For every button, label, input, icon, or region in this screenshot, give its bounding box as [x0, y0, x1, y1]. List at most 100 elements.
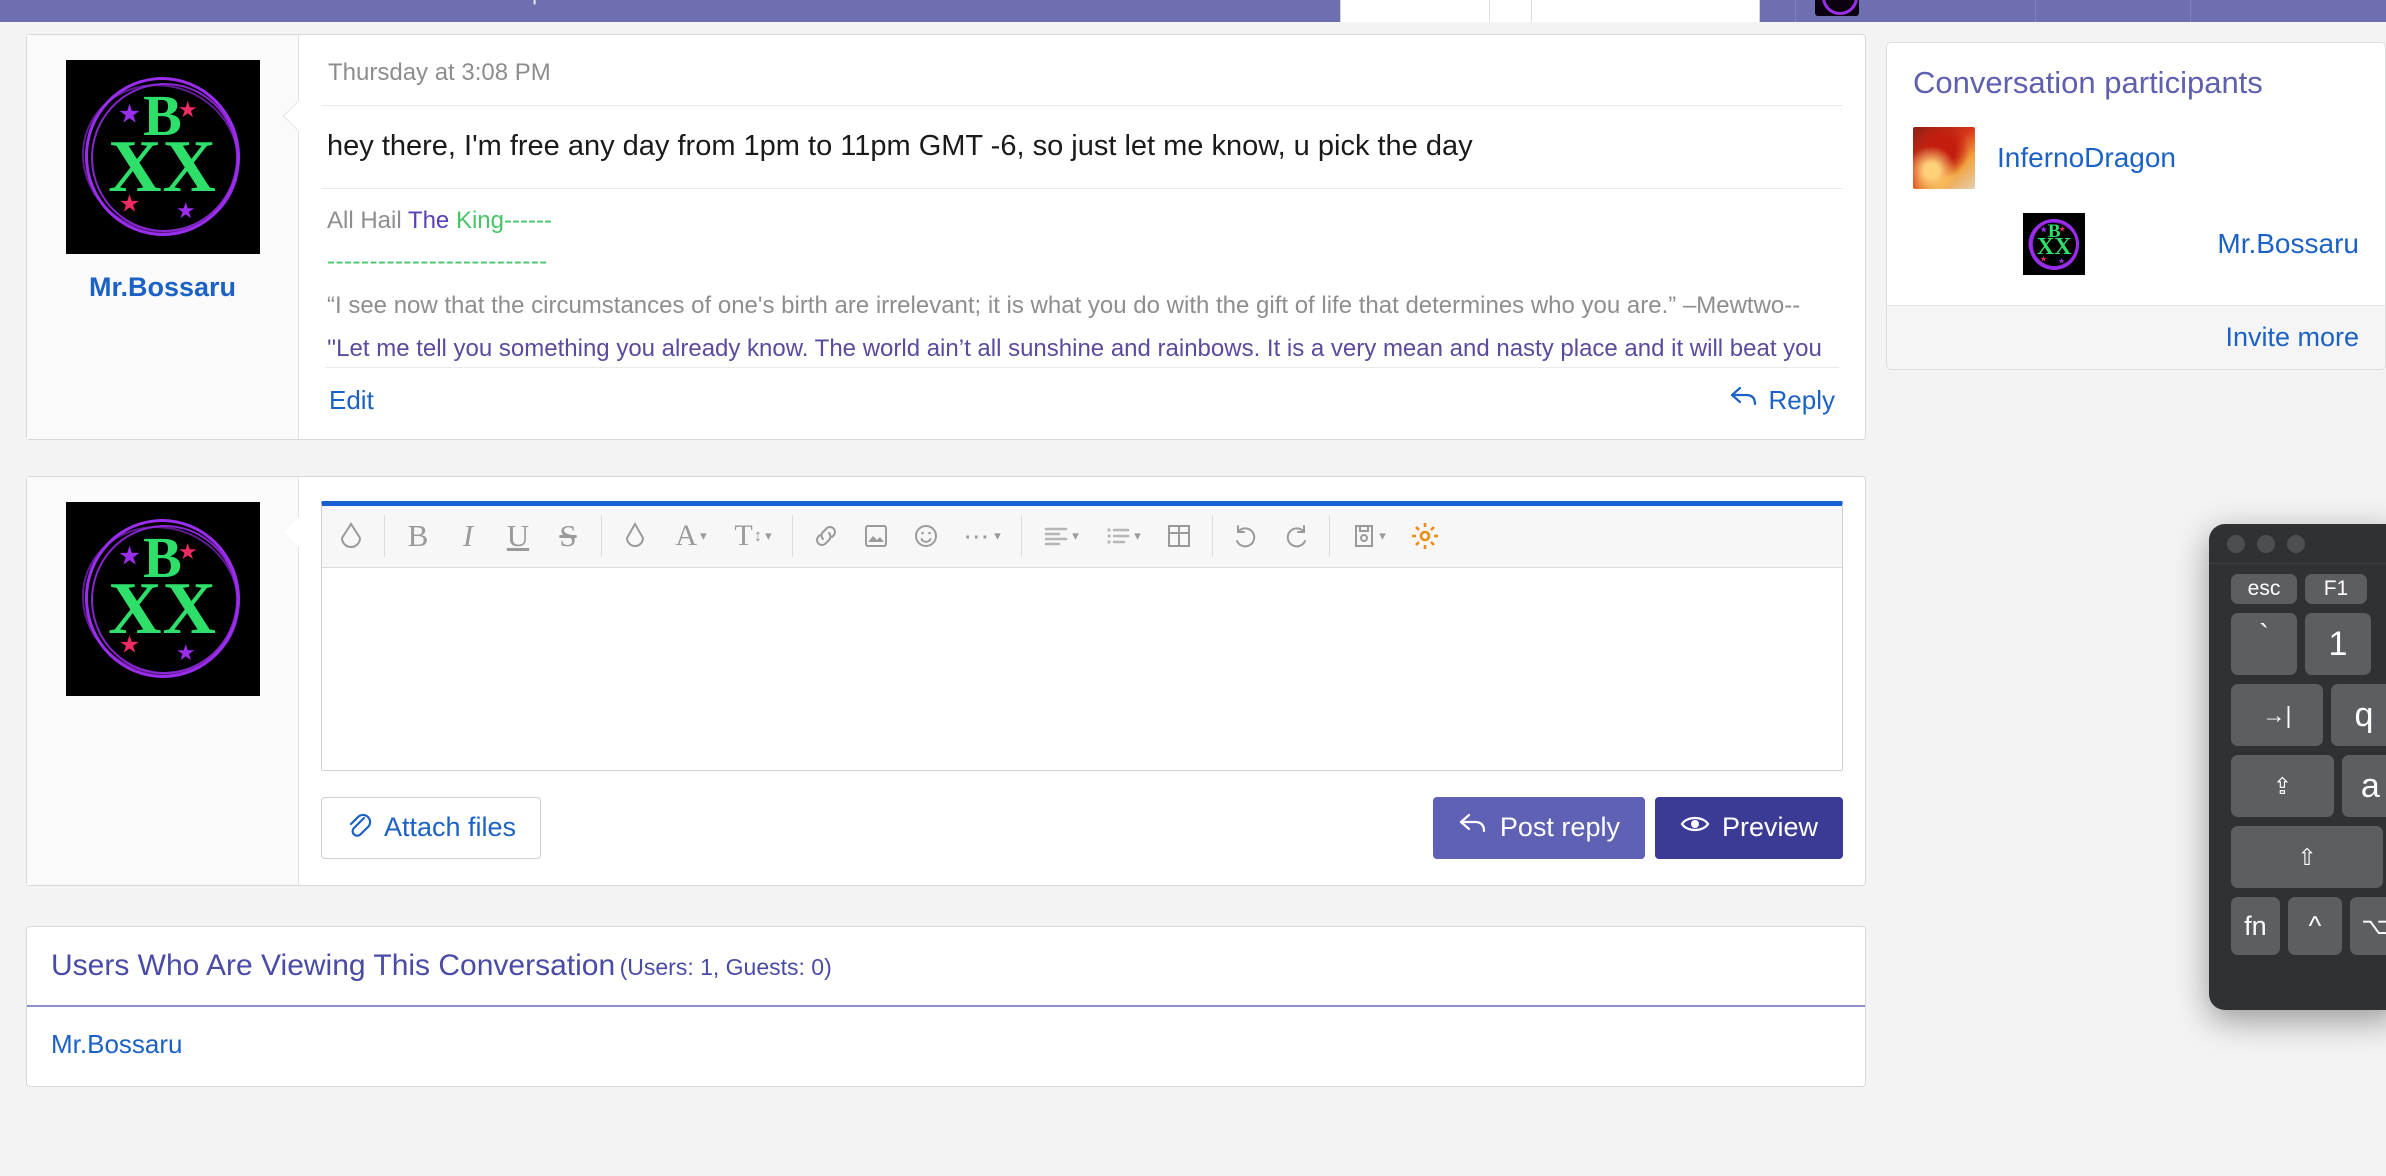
editor-footer: Attach files Post reply Preview — [321, 796, 1843, 859]
undo-icon[interactable] — [1221, 507, 1271, 565]
search-input[interactable] — [1340, 0, 1760, 22]
signature-mewtwo-quote: “I see now that the circumstances of one… — [327, 292, 1801, 320]
avatar[interactable] — [1913, 127, 1975, 189]
signature-hail-line: All Hail The King------ — [327, 203, 1837, 239]
key-a[interactable]: a — [2341, 755, 2386, 817]
signature-rocky-quote: ''Let me tell you something you already … — [327, 334, 1822, 367]
message-actions: Edit Reply — [325, 366, 1839, 439]
reply-label: Reply — [1768, 384, 1835, 415]
font-size-icon[interactable]: T ↕ ▾ — [722, 507, 784, 565]
nav-item-account[interactable]: Account — [2267, 0, 2386, 6]
reply-textarea[interactable] — [322, 567, 1842, 770]
viewing-users-block: Users Who Are Viewing This Conversation … — [26, 925, 1866, 1087]
signature-hail-prefix: All Hail — [327, 206, 408, 234]
viewing-title: Users Who Are Viewing This Conversation — [51, 948, 616, 982]
submit-buttons: Post reply Preview — [1432, 796, 1843, 859]
insert-image-icon[interactable] — [851, 507, 901, 565]
top-navbar: Forums What's New Members Marketplace St… — [0, 0, 2386, 22]
key-tab[interactable]: →| — [2231, 684, 2323, 746]
message-author-name[interactable]: Mr.Bossaru — [27, 272, 298, 303]
participants-footer: Invite more — [1887, 305, 2385, 369]
participant-row[interactable]: InfernoDragon — [1913, 115, 2359, 201]
settings-gear-icon[interactable] — [1400, 507, 1450, 565]
insert-table-icon[interactable] — [1154, 507, 1204, 565]
more-options-icon[interactable]: ⋯ ▾ — [951, 507, 1013, 565]
align-icon[interactable]: ▾ — [1030, 507, 1092, 565]
signature-hail-dashes: ------ — [504, 206, 552, 234]
nav-item-members[interactable]: Members — [295, 0, 439, 6]
attach-files-button[interactable]: Attach files — [321, 796, 542, 859]
window-dot-icon[interactable] — [2287, 534, 2305, 553]
text-color-icon[interactable] — [610, 507, 660, 565]
navbar-items: Forums What's New Members Marketplace St… — [0, 0, 811, 22]
font-family-icon[interactable]: A ▾ — [660, 507, 722, 565]
editor-body: B I U S A ▾ T ↕ ▾ ⋯ ▾ ▾ ▾ ▾ Attach files… — [284, 477, 1865, 885]
keyboard-row-modifier: fn ^ ⌥ — [2231, 897, 2386, 955]
insert-link-icon[interactable] — [801, 507, 851, 565]
message-text: hey there, I'm free any day from 1pm to … — [321, 106, 1843, 189]
reply-arrow-icon — [1458, 811, 1488, 844]
underline-icon[interactable]: U — [493, 507, 543, 565]
bold-icon[interactable]: B — [393, 507, 443, 565]
italic-icon[interactable]: I — [443, 507, 493, 565]
editor-avatar[interactable]: B X X ★ ★ ★ ★ — [65, 501, 260, 696]
viewing-user-link[interactable]: Mr.Bossaru — [51, 1029, 183, 1059]
key-esc[interactable]: esc — [2231, 574, 2297, 604]
key-f1[interactable]: F1 — [2305, 574, 2367, 604]
message-timestamp: Thursday at 3:08 PM — [321, 35, 1843, 106]
editor-toolbar: B I U S A ▾ T ↕ ▾ ⋯ ▾ ▾ ▾ ▾ — [322, 505, 1842, 568]
key-1[interactable]: 1 — [2305, 613, 2371, 675]
participant-row[interactable]: B X X ★ ★ ★ ★ Mr.Bossaru — [1913, 201, 2359, 287]
keyboard-row-caps: ⇪ a — [2231, 755, 2386, 817]
nav-item-alerts[interactable]: Alerts — [2170, 0, 2266, 6]
nav-item-marketplace[interactable]: Marketplace — [439, 0, 611, 6]
key-fn[interactable]: fn — [2231, 897, 2280, 955]
key-backtick[interactable]: ` — [2231, 613, 2297, 675]
insert-emoji-icon[interactable] — [901, 507, 951, 565]
window-dot-icon[interactable] — [2257, 534, 2275, 553]
post-reply-button[interactable]: Post reply — [1432, 796, 1645, 859]
message-arrow — [284, 101, 299, 131]
post-reply-label: Post reply — [1499, 812, 1620, 843]
virtual-keyboard-overlay[interactable]: esc F1 ` 1 →| q ⇪ a ⇧ fn ^ ⌥ — [2209, 524, 2386, 1010]
invite-more-link[interactable]: Invite more — [2225, 322, 2359, 352]
viewing-list: Mr.Bossaru — [27, 1007, 1865, 1086]
nav-item-whats-new[interactable]: What's New — [127, 0, 296, 6]
signature-hail-king: King — [455, 206, 504, 234]
avatar[interactable]: B X X ★ ★ ★ ★ — [65, 60, 260, 254]
nav-item-tools[interactable]: Tools — [708, 0, 811, 6]
keyboard-titlebar — [2209, 524, 2386, 564]
message-author-block: B X X ★ ★ ★ ★ Mr.Bossaru — [27, 35, 299, 439]
nav-item-forums[interactable]: Forums — [0, 0, 127, 6]
edit-link[interactable]: Edit — [329, 385, 374, 416]
navbar-avatar[interactable] — [1815, 0, 1859, 16]
window-dot-icon[interactable] — [2227, 534, 2245, 553]
keyboard-row-shift: ⇧ — [2231, 826, 2386, 888]
signature-divider: -------------------------- — [327, 247, 548, 275]
nav-item-staff[interactable]: Staff — [611, 0, 708, 6]
key-capslock[interactable]: ⇪ — [2231, 755, 2334, 817]
participants-list: InfernoDragon B X X ★ ★ ★ ★ Mr.Bossaru — [1887, 111, 2385, 305]
key-option[interactable]: ⌥ — [2350, 897, 2386, 955]
keyboard-rows: esc F1 ` 1 →| q ⇪ a ⇧ fn ^ ⌥ — [2209, 564, 2386, 955]
editor-author-block: B X X ★ ★ ★ ★ — [27, 476, 299, 885]
keyboard-row-function: esc F1 — [2231, 574, 2386, 604]
draft-icon[interactable]: ▾ — [1338, 507, 1400, 565]
key-control[interactable]: ^ — [2287, 897, 2343, 955]
nav-item-inbox[interactable]: Inbox — [2076, 0, 2170, 6]
preview-button[interactable]: Preview — [1654, 796, 1843, 859]
paperclip-icon — [346, 810, 372, 845]
key-shift[interactable]: ⇧ — [2231, 826, 2383, 888]
participant-name[interactable]: InfernoDragon — [1997, 142, 2176, 174]
list-icon[interactable]: ▾ — [1092, 507, 1154, 565]
strikethrough-icon[interactable]: S — [543, 507, 593, 565]
participant-name[interactable]: Mr.Bossaru — [2217, 228, 2359, 260]
avatar[interactable]: B X X ★ ★ ★ ★ — [2023, 213, 2086, 275]
redo-icon[interactable] — [1271, 507, 1321, 565]
message-signature: All Hail The King------ ----------------… — [321, 189, 1843, 367]
reply-button[interactable]: Reply — [1729, 384, 1835, 417]
remove-formatting-icon[interactable] — [326, 507, 376, 565]
signature-hail-the: The — [407, 206, 456, 234]
key-q[interactable]: q — [2331, 684, 2386, 746]
navbar-right-items: Inbox Alerts Account — [2076, 0, 2386, 22]
